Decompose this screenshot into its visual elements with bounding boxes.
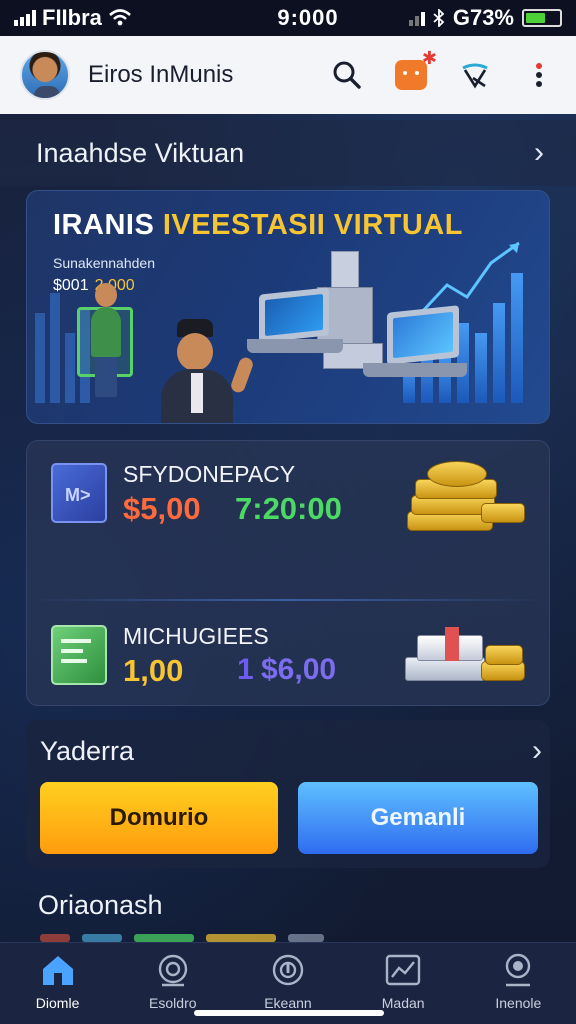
- avatar[interactable]: [20, 50, 70, 100]
- carrier-label: FIIbra: [42, 5, 102, 30]
- radar-icon: [158, 954, 187, 987]
- nav-label-home: Diomle: [35, 995, 80, 1011]
- bluetooth-icon: [433, 9, 445, 27]
- primary-action-button[interactable]: Domurio: [40, 782, 278, 854]
- profile-icon: [506, 953, 531, 987]
- nav-item-chart[interactable]: Madan: [353, 953, 453, 1011]
- card-value-prefix-2: 1: [237, 653, 254, 686]
- secondary-action-button[interactable]: Gemanli: [298, 782, 538, 854]
- nav-item-profile[interactable]: Inenole: [468, 953, 568, 1011]
- laptop-icon: [259, 287, 329, 343]
- nav-label-compass: Ekeann: [264, 995, 312, 1011]
- chart-icon: [385, 954, 421, 986]
- nav-label-chart: Madan: [381, 995, 425, 1011]
- app-header: Eiros InMunis: [0, 36, 576, 114]
- wifi-icon: [109, 9, 131, 26]
- cellular-icon: [408, 10, 425, 26]
- search-icon[interactable]: [330, 58, 364, 92]
- card-value-primary: $5,00: [123, 491, 201, 526]
- support-icon[interactable]: [458, 58, 492, 92]
- laptop-base: [247, 339, 343, 353]
- gold-stack-icon: [407, 457, 527, 537]
- more-menu-icon[interactable]: [522, 58, 556, 92]
- section-title-yaderra: Yaderra: [40, 736, 135, 766]
- home-icon: [42, 956, 73, 985]
- hero-subtitle: Sunakennahden: [53, 255, 155, 271]
- nav-label-profile: Inenole: [495, 995, 542, 1011]
- trend-arrow-icon: [419, 241, 520, 315]
- wallet-card-icon: M>: [51, 463, 107, 523]
- hero-banner[interactable]: IRANIS IVEESTASII VIRTUAL Sunakennahden …: [26, 190, 550, 424]
- status-time: 9:000: [277, 5, 339, 30]
- cash-stack-icon: [405, 617, 525, 697]
- investor-figure-small: [77, 283, 133, 403]
- compass-icon: [272, 954, 304, 986]
- certificate-icon: [51, 625, 107, 685]
- card-value-secondary: 7:20:00: [235, 491, 342, 526]
- investor-figure: [161, 319, 271, 423]
- app-title: Eiros InMunis: [88, 61, 234, 88]
- battery-icon: [522, 9, 562, 27]
- home-indicator[interactable]: [194, 1010, 384, 1016]
- signal-icon: [14, 10, 36, 26]
- battery-percent: G73%: [452, 5, 514, 30]
- nav-item-home[interactable]: Diomle: [8, 953, 108, 1011]
- card-divider: [27, 599, 549, 601]
- cart-icon[interactable]: [394, 48, 437, 92]
- card-label-2: MICHUGIEES: [123, 623, 269, 649]
- asset-cards: M> SFYDONEPACY $5,00 7:20:00 MICHUGIEES …: [26, 440, 550, 706]
- laptop-icon-2: [387, 305, 459, 365]
- chevron-right-icon[interactable]: ›: [534, 136, 544, 170]
- chevron-right-icon-2[interactable]: ›: [532, 734, 542, 768]
- nav-label-radar: Esoldro: [149, 995, 197, 1011]
- section-title-oriaonash: Oriaonash: [38, 890, 163, 920]
- card-label: SFYDONEPACY: [123, 461, 296, 487]
- laptop-base-2: [363, 363, 467, 377]
- card-value-primary-2: 1,00: [123, 653, 184, 688]
- status-bar: FIIbra 9:000 G73%: [0, 0, 576, 36]
- hero-title: IRANIS IVEESTASII VIRTUAL: [53, 209, 463, 241]
- section-title-virtual: Inaahdse Viktuan: [36, 138, 245, 168]
- card-value-secondary-2: $6,00: [261, 653, 337, 686]
- nav-item-radar[interactable]: Esoldro: [123, 953, 223, 1011]
- nav-item-compass[interactable]: Ekeann: [238, 953, 338, 1011]
